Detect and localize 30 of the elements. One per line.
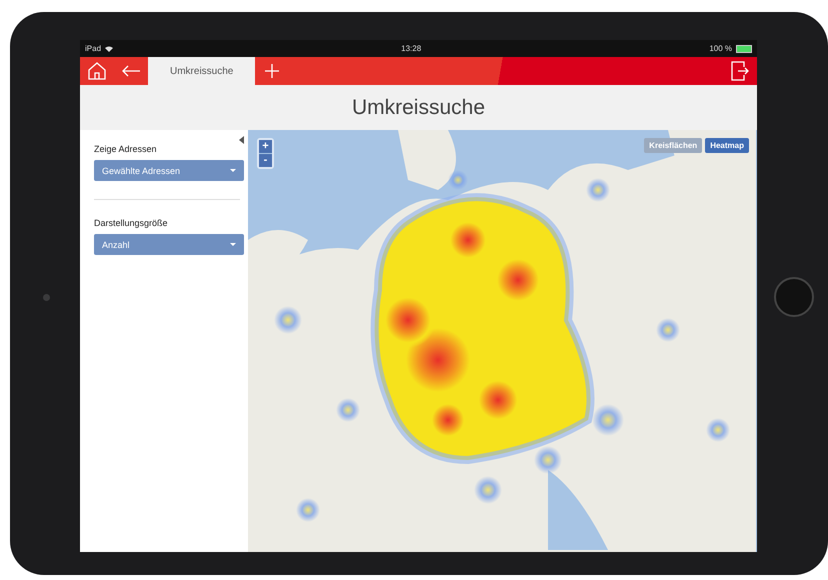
heat-spot: [706, 418, 730, 442]
back-arrow-icon[interactable]: [121, 65, 141, 77]
heat-spot: [336, 398, 360, 422]
collapse-icon[interactable]: [239, 136, 244, 144]
wifi-icon: [105, 46, 114, 52]
battery-icon: [736, 44, 752, 52]
device-name: iPad: [85, 44, 102, 53]
camera-dot: [43, 294, 50, 301]
page-title: Umkreissuche: [350, 94, 486, 120]
heat-spot: [586, 178, 610, 202]
zoom-out-button[interactable]: -: [259, 154, 272, 167]
heat-spot: [448, 170, 468, 190]
field-label: Zeige Adressen: [94, 144, 158, 154]
field-label: Darstellungsgröße: [94, 218, 169, 228]
heat-spot: [656, 318, 680, 342]
add-icon[interactable]: [264, 63, 280, 79]
tab[interactable]: Umkreissuche: [148, 57, 256, 85]
heat-spot: [474, 476, 502, 504]
battery-percent: 100 %: [709, 44, 732, 53]
dropdown[interactable]: Gewählte Adressen: [94, 160, 244, 181]
heat-spot: [274, 306, 302, 334]
clock-time: 13:28: [400, 44, 422, 53]
zoom-in-button[interactable]: +: [259, 140, 272, 153]
layer-toggle[interactable]: Heatmap: [705, 138, 749, 153]
heat-spot: [296, 498, 320, 522]
heat-spot: [592, 404, 624, 436]
home-icon[interactable]: [87, 61, 107, 81]
dropdown[interactable]: Anzahl: [94, 234, 244, 255]
heat-spot: [534, 446, 562, 474]
logout-icon[interactable]: [731, 61, 749, 81]
